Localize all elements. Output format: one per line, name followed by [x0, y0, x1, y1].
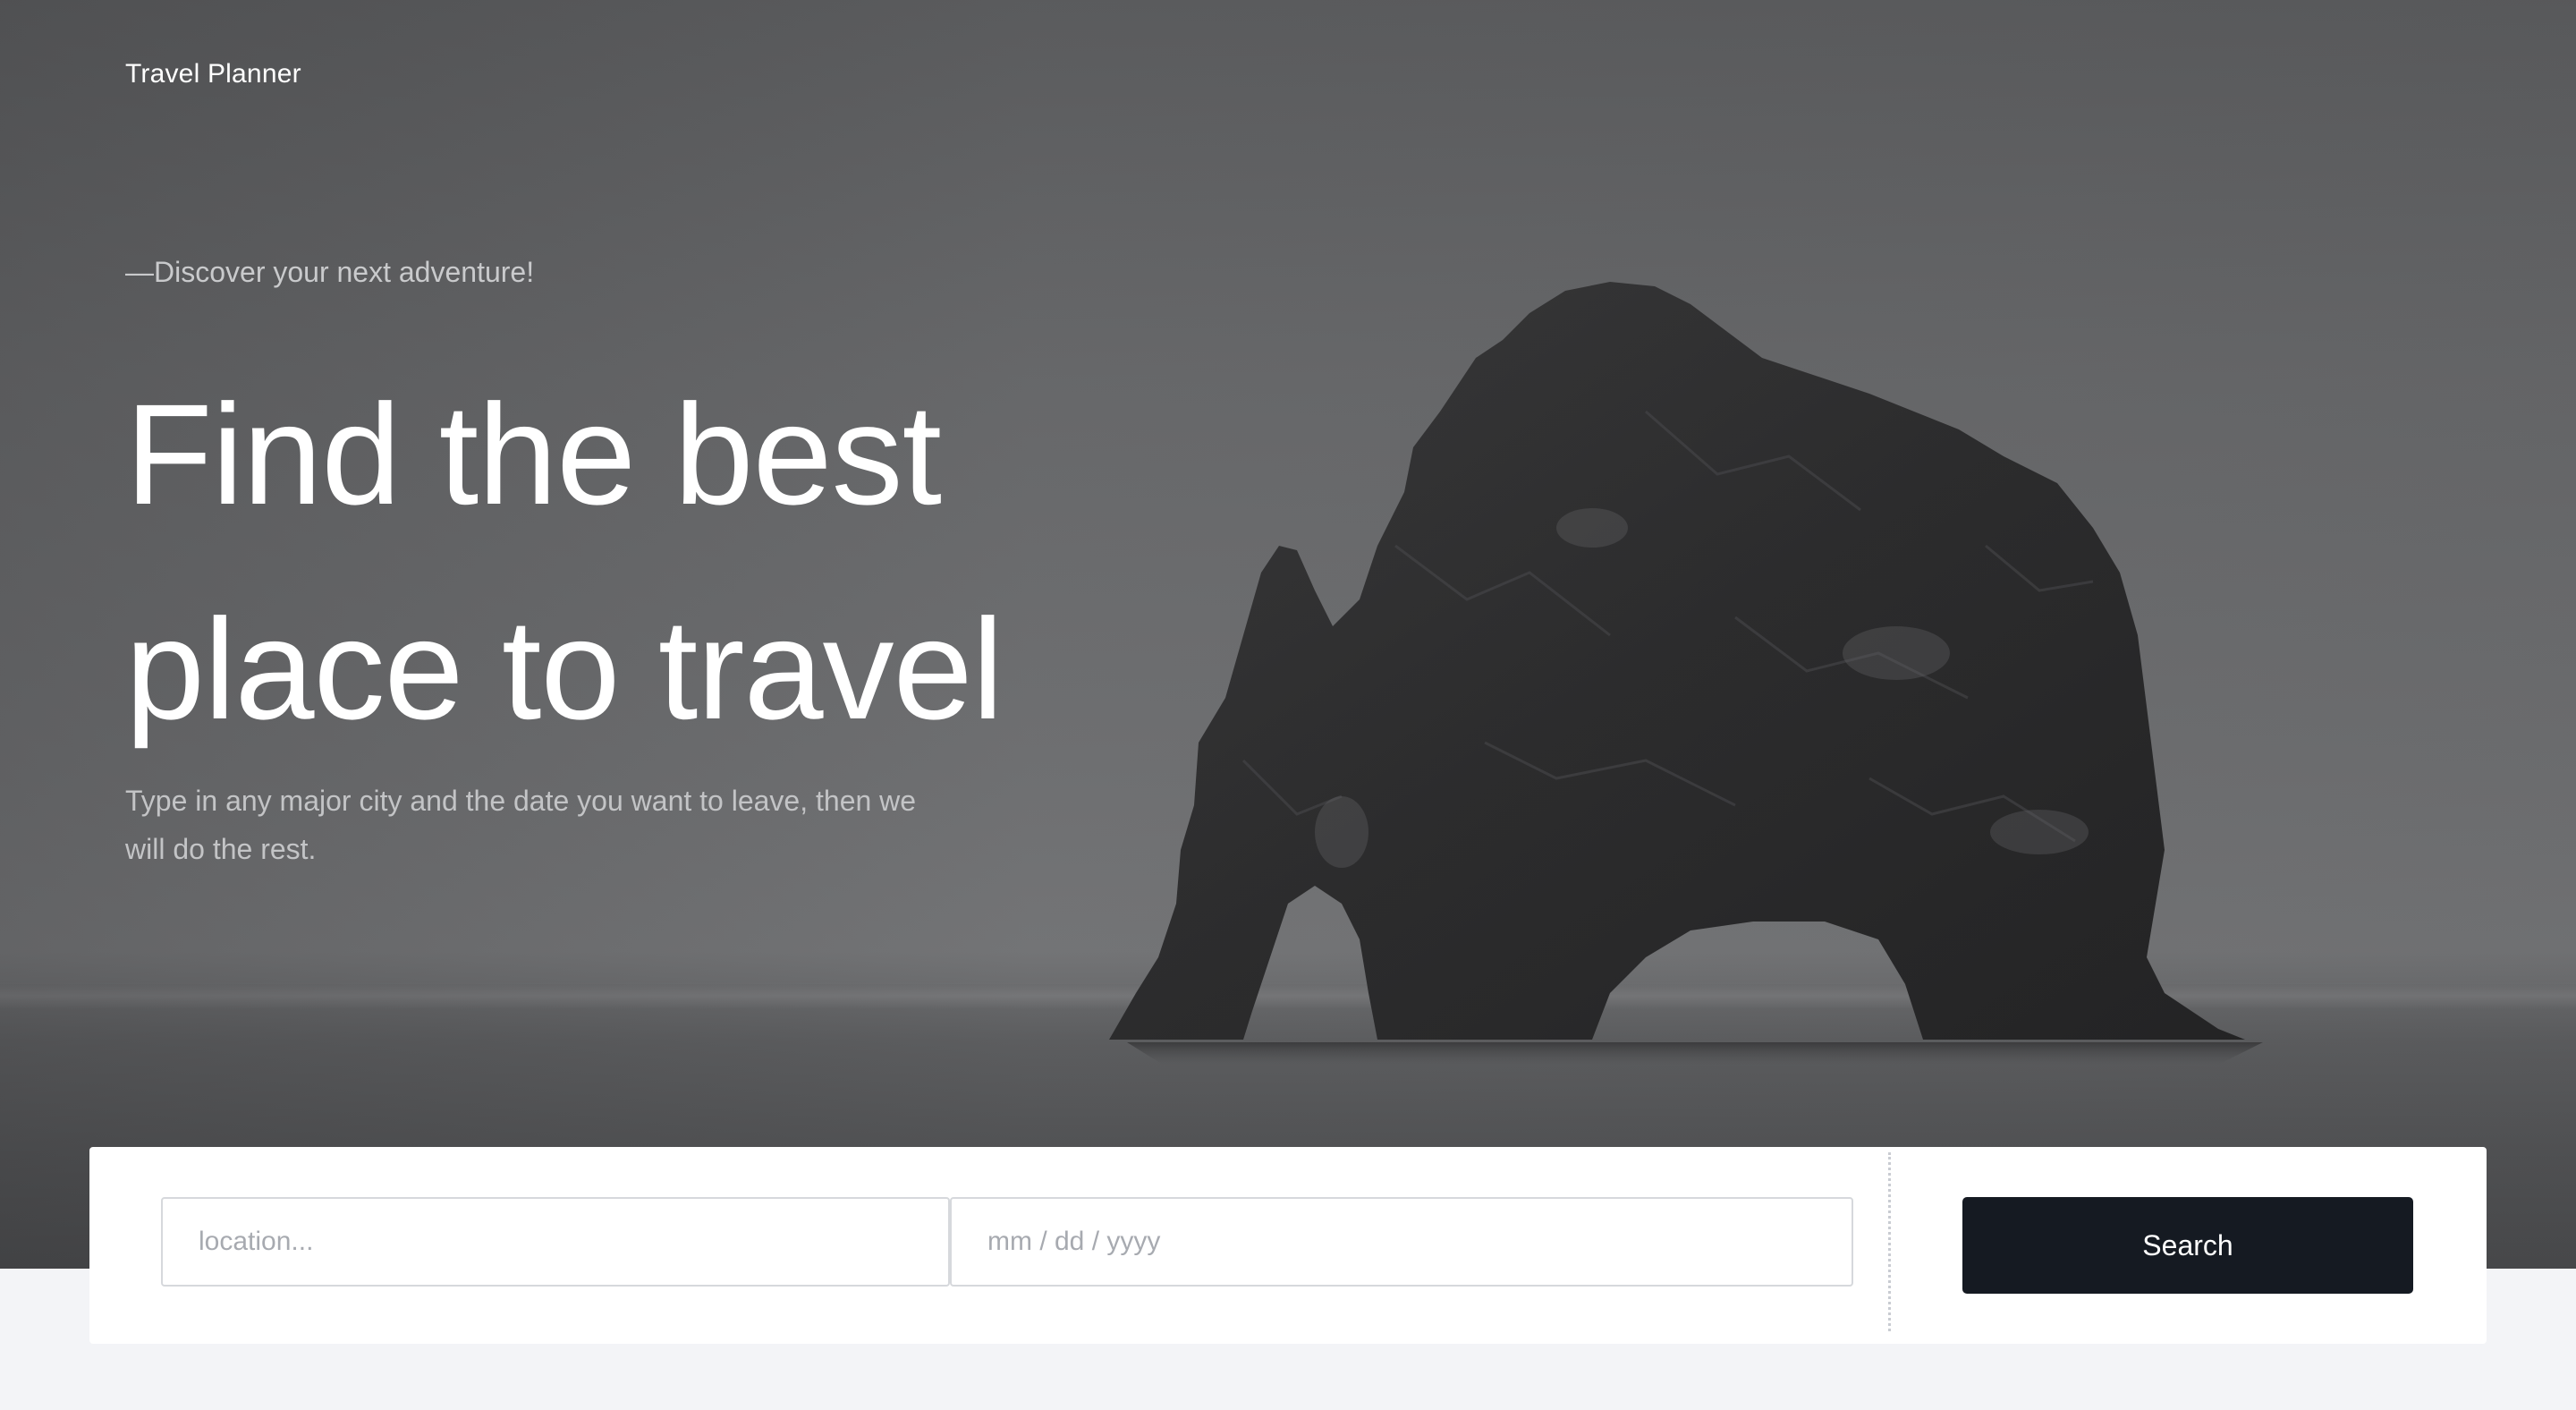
hero-tagline: —Discover your next adventure!: [125, 256, 535, 288]
dotted-divider: [1888, 1152, 1891, 1331]
search-card: Search: [89, 1147, 2487, 1344]
hero-headline: Find the best place to travel: [125, 347, 1199, 777]
date-input[interactable]: [950, 1197, 1853, 1287]
hero-section: Travel Planner —Discover your next adven…: [0, 0, 2576, 1269]
hero-headline-line-2: place to travel: [125, 589, 1004, 749]
search-button[interactable]: Search: [1962, 1197, 2413, 1294]
location-input[interactable]: [161, 1197, 950, 1287]
hero-headline-line-1: Find the best: [125, 374, 942, 534]
brand-logo-text[interactable]: Travel Planner: [125, 59, 301, 89]
hero-description: Type in any major city and the date you …: [125, 785, 917, 865]
